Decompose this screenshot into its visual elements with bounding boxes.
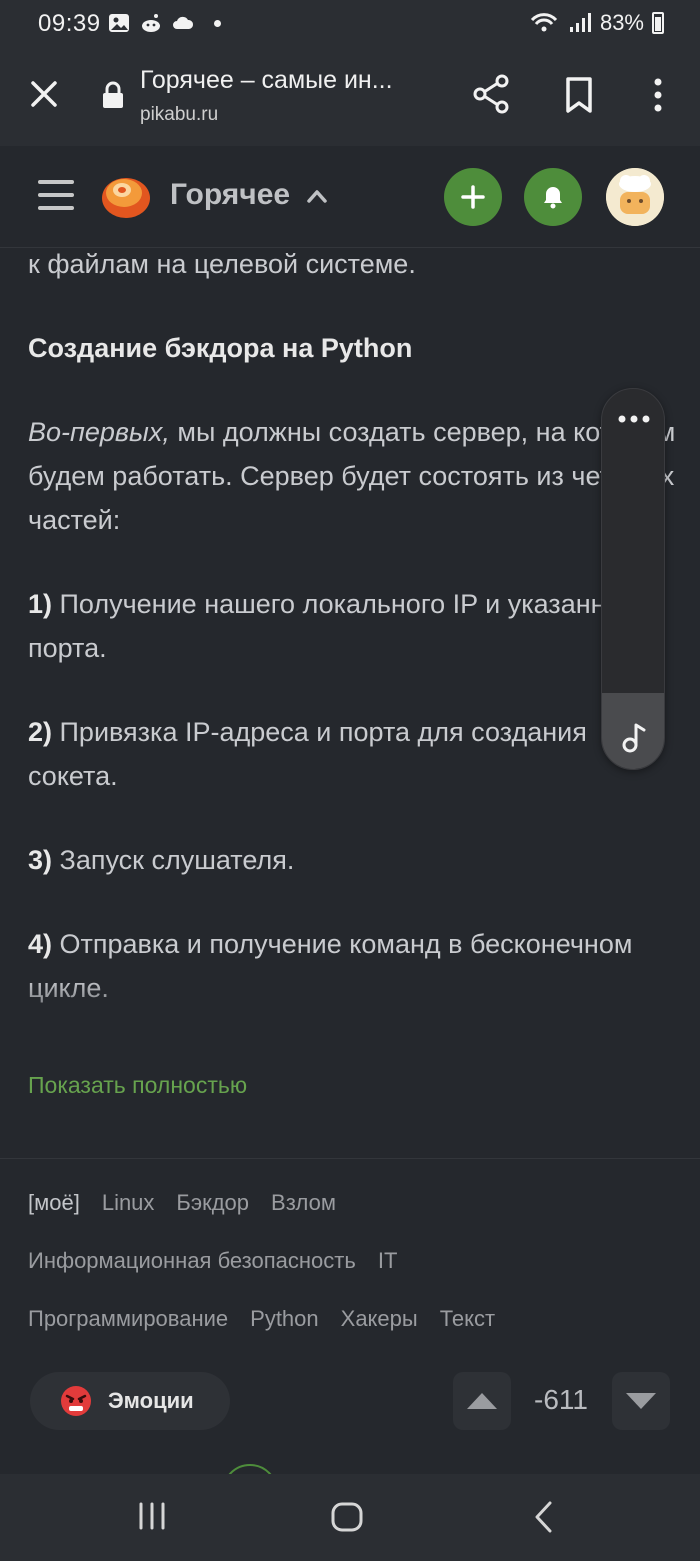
notifications-button[interactable] bbox=[524, 168, 582, 226]
tag-infosec[interactable]: Информационная безопасность bbox=[28, 1248, 356, 1274]
music-note-icon[interactable] bbox=[620, 721, 650, 753]
tag-backdoor[interactable]: Бэкдор bbox=[176, 1190, 249, 1216]
tag-list: [моё] Linux Бэкдор Взлом Информационная … bbox=[28, 1190, 678, 1364]
battery-percent: 83% bbox=[599, 10, 644, 35]
emotions-label: Эмоции bbox=[108, 1388, 194, 1413]
cloud-icon bbox=[173, 16, 194, 29]
rating-count: -611 bbox=[534, 1384, 588, 1415]
list-item: 2) Привязка IP-адреса и порта для создан… bbox=[28, 710, 678, 798]
menu-icon[interactable] bbox=[38, 180, 74, 212]
more-vert-icon[interactable] bbox=[646, 76, 670, 114]
triangle-up-icon bbox=[467, 1393, 497, 1409]
wifi-icon bbox=[530, 13, 558, 32]
tag-programming[interactable]: Программирование bbox=[28, 1306, 228, 1332]
lock-icon bbox=[103, 81, 123, 108]
site-header: Горячее bbox=[0, 146, 700, 248]
reddit-icon bbox=[142, 14, 160, 32]
floating-player[interactable] bbox=[601, 388, 665, 770]
gallery-icon bbox=[109, 14, 129, 32]
show-more-link[interactable]: Показать полностью bbox=[28, 1072, 247, 1099]
list-text: Запуск слушателя. bbox=[52, 845, 295, 875]
italic-text: Во-первых, bbox=[28, 417, 170, 447]
status-bar: 09:39 83% bbox=[0, 0, 700, 48]
list-text: Получение нашего локального IP и указанн… bbox=[28, 589, 645, 663]
more-horiz-icon[interactable] bbox=[602, 407, 665, 431]
divider bbox=[0, 1158, 700, 1159]
section-title[interactable]: Горячее bbox=[170, 178, 290, 212]
content-fade bbox=[0, 978, 700, 1038]
downvote-button[interactable] bbox=[612, 1372, 670, 1430]
signal-icon bbox=[569, 13, 591, 32]
page-title[interactable]: Горячее – самые ин... bbox=[140, 66, 393, 95]
clock: 09:39 bbox=[38, 10, 101, 37]
close-icon[interactable] bbox=[26, 76, 62, 112]
list-number: 3) bbox=[28, 845, 53, 875]
list-item: 1) Получение нашего локального IP и указ… bbox=[28, 582, 678, 670]
paragraph: Во-первых, мы должны создать сервер, на … bbox=[28, 410, 678, 542]
plus-icon bbox=[461, 185, 485, 209]
notification-icons bbox=[108, 12, 221, 34]
tag-hackers[interactable]: Хакеры bbox=[341, 1306, 418, 1332]
list-number: 1) bbox=[28, 589, 53, 619]
more-notifications-dot bbox=[214, 19, 221, 27]
avatar-image bbox=[606, 168, 664, 226]
recent-apps-icon[interactable] bbox=[136, 1500, 168, 1532]
bell-icon bbox=[544, 187, 562, 209]
tag-mine[interactable]: [моё] bbox=[28, 1190, 80, 1216]
list-item: 3) Запуск слушателя. bbox=[28, 838, 678, 882]
pikabu-logo[interactable] bbox=[98, 168, 154, 222]
tag-linux[interactable]: Linux bbox=[102, 1190, 155, 1216]
section-heading: Создание бэкдора на Python bbox=[28, 333, 413, 363]
browser-toolbar: Горячее – самые ин... pikabu.ru bbox=[0, 48, 700, 146]
list-text: Привязка IP-адреса и порта для создания … bbox=[28, 717, 587, 791]
share-icon[interactable] bbox=[472, 74, 510, 114]
list-number: 2) bbox=[28, 717, 53, 747]
battery-icon bbox=[652, 12, 664, 34]
article-body: выполнять команды и получить удаленный д… bbox=[0, 248, 700, 1038]
tag-it[interactable]: IT bbox=[378, 1248, 398, 1274]
system-indicators: 83% bbox=[530, 10, 664, 36]
upvote-button[interactable] bbox=[453, 1372, 511, 1430]
home-icon[interactable] bbox=[330, 1500, 364, 1534]
tag-python[interactable]: Python bbox=[250, 1306, 319, 1332]
triangle-down-icon bbox=[626, 1393, 656, 1409]
list-number: 4) bbox=[28, 929, 53, 959]
emotions-button[interactable]: Эмоции bbox=[30, 1372, 230, 1430]
page-url[interactable]: pikabu.ru bbox=[140, 104, 218, 126]
add-post-button[interactable] bbox=[444, 168, 502, 226]
tag-text[interactable]: Текст bbox=[440, 1306, 495, 1332]
tag-hacking[interactable]: Взлом bbox=[271, 1190, 336, 1216]
paragraph: выполнять команды и получить удаленный д… bbox=[28, 249, 416, 279]
system-nav-bar bbox=[0, 1474, 700, 1561]
angry-face-icon bbox=[61, 1386, 91, 1416]
bookmark-icon[interactable] bbox=[562, 76, 596, 114]
back-icon[interactable] bbox=[532, 1500, 554, 1534]
avatar[interactable] bbox=[606, 168, 664, 226]
chevron-up-icon[interactable] bbox=[306, 186, 328, 206]
